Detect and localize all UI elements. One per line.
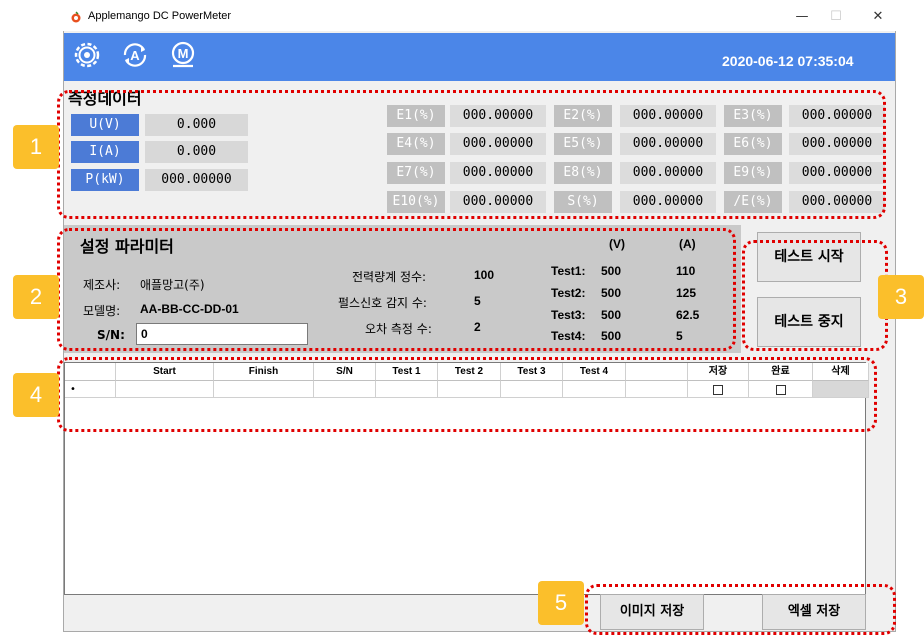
badge-1: 1 — [13, 125, 59, 169]
manual-m-icon[interactable]: M — [168, 40, 198, 70]
badge-4: 4 — [13, 373, 59, 417]
highlight-region-2 — [57, 228, 736, 351]
highlight-region-3 — [742, 240, 888, 351]
close-button[interactable]: ✕ — [868, 9, 888, 24]
datetime-display: 2020-06-12 07:35:04 — [722, 53, 854, 69]
highlight-region-1 — [57, 90, 886, 219]
window-title: Applemango DC PowerMeter — [88, 10, 232, 22]
badge-2: 2 — [13, 275, 59, 319]
svg-text:A: A — [130, 48, 140, 63]
highlight-region-5 — [585, 584, 896, 635]
highlight-region-4 — [57, 357, 877, 432]
maximize-button[interactable]: ☐ — [826, 9, 846, 24]
auto-a-icon[interactable]: A — [120, 40, 150, 70]
badge-3: 3 — [878, 275, 924, 319]
svg-text:M: M — [178, 46, 189, 61]
badge-5: 5 — [538, 581, 584, 625]
minimize-button[interactable]: — — [792, 9, 812, 24]
app-logo-icon — [71, 11, 81, 23]
gear-icon[interactable] — [72, 40, 102, 70]
